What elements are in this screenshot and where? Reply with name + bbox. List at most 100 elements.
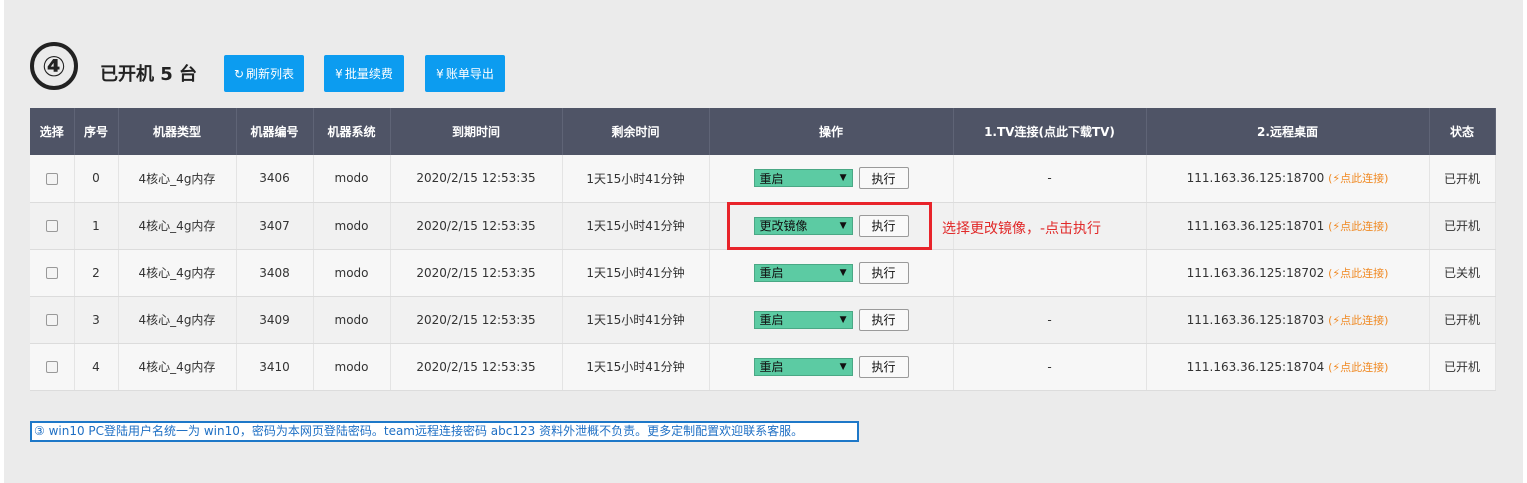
action-select[interactable]: 重启 ▼	[753, 357, 853, 376]
execute-button[interactable]: 执行	[858, 308, 909, 331]
connect-link[interactable]: (⚡点此连接)	[1328, 220, 1388, 233]
remote-address: 111.163.36.125:18700	[1186, 171, 1325, 186]
export-bill-label: 账单导出	[445, 67, 494, 81]
col-os: 机器系统	[313, 108, 391, 155]
tv-cell: -	[953, 296, 1147, 344]
action-cell: 重启 ▼ 执行	[709, 155, 954, 203]
tv-cell: -	[953, 343, 1147, 391]
status-cell: 已开机	[1429, 343, 1496, 391]
dropdown-arrow-icon: ▼	[839, 267, 847, 278]
col-index: 序号	[74, 108, 119, 155]
remaining-cell: 1天15小时41分钟	[562, 343, 710, 391]
remaining-cell: 1天15小时41分钟	[562, 155, 710, 203]
expires-cell: 2020/2/15 12:53:35	[390, 202, 563, 250]
yen-icon: ¥	[436, 66, 444, 81]
step-number: ④	[30, 42, 78, 90]
table-header-row: 选择 序号 机器类型 机器编号 机器系统 到期时间 剩余时间 操作 1.TV连接…	[30, 108, 1496, 155]
expires-cell: 2020/2/15 12:53:35	[390, 343, 563, 391]
refresh-list-button[interactable]: ↻ 刷新列表	[224, 55, 304, 92]
action-select-value: 重启	[759, 360, 784, 374]
col-id: 机器编号	[236, 108, 314, 155]
remote-cell: 111.163.36.125:18702 (⚡点此连接)	[1146, 249, 1430, 297]
select-cell	[30, 155, 75, 203]
execute-button[interactable]: 执行	[858, 355, 909, 378]
action-cell: 重启 ▼ 执行	[709, 296, 954, 344]
select-cell	[30, 343, 75, 391]
remaining-cell: 1天15小时41分钟	[562, 296, 710, 344]
remote-address: 111.163.36.125:18702	[1186, 265, 1325, 280]
id-cell: 3409	[236, 296, 314, 344]
action-select-value: 重启	[759, 266, 784, 280]
col-remaining: 剩余时间	[562, 108, 710, 155]
row-checkbox[interactable]	[45, 314, 58, 326]
status-cell: 已开机	[1429, 202, 1496, 250]
expires-cell: 2020/2/15 12:53:35	[390, 155, 563, 203]
row-checkbox[interactable]	[45, 220, 58, 232]
select-cell	[30, 296, 75, 344]
connect-link[interactable]: (⚡点此连接)	[1328, 314, 1388, 327]
os-cell: modo	[313, 249, 391, 297]
remote-cell: 111.163.36.125:18704 (⚡点此连接)	[1146, 343, 1430, 391]
remote-address: 111.163.36.125:18703	[1186, 312, 1325, 327]
col-action: 操作	[709, 108, 954, 155]
os-cell: modo	[313, 155, 391, 203]
index-cell: 0	[74, 155, 119, 203]
expires-cell: 2020/2/15 12:53:35	[390, 296, 563, 344]
row-checkbox[interactable]	[45, 172, 58, 185]
dropdown-arrow-icon: ▼	[839, 173, 847, 184]
col-remote-desktop: 2.远程桌面	[1146, 108, 1430, 155]
notice-bar: ③ win10 PC登陆用户名统一为 win10，密码为本网页登陆密码。team…	[30, 421, 859, 442]
remote-cell: 111.163.36.125:18700 (⚡点此连接)	[1146, 155, 1430, 203]
id-cell: 3407	[236, 202, 314, 250]
refresh-list-label: 刷新列表	[246, 67, 295, 81]
id-cell: 3406	[236, 155, 314, 203]
os-cell: modo	[313, 202, 391, 250]
remote-cell: 111.163.36.125:18703 (⚡点此连接)	[1146, 296, 1430, 344]
action-select-value: 重启	[759, 313, 784, 327]
export-bill-button[interactable]: ¥ 账单导出	[425, 55, 505, 92]
remaining-cell: 1天15小时41分钟	[562, 202, 710, 250]
table-row: 4 4核心_4g内存 3410 modo 2020/2/15 12:53:35 …	[30, 343, 1496, 391]
type-cell: 4核心_4g内存	[118, 249, 237, 297]
select-cell	[30, 202, 75, 250]
connect-link[interactable]: (⚡点此连接)	[1328, 172, 1388, 185]
action-select[interactable]: 重启 ▼	[753, 310, 853, 329]
row-checkbox[interactable]	[45, 267, 58, 279]
instruction-annotation: 选择更改镜像，-点击执行	[942, 221, 1102, 237]
col-tv-connect[interactable]: 1.TV连接(点此下载TV)	[953, 108, 1147, 155]
type-cell: 4核心_4g内存	[118, 155, 237, 203]
page-title: 已开机 5 台	[100, 64, 198, 85]
status-cell: 已关机	[1429, 249, 1496, 297]
col-status: 状态	[1429, 108, 1496, 155]
table-row: 3 4核心_4g内存 3409 modo 2020/2/15 12:53:35 …	[30, 296, 1496, 344]
connect-link[interactable]: (⚡点此连接)	[1328, 267, 1388, 280]
execute-button[interactable]: 执行	[858, 261, 909, 284]
action-select-value: 重启	[759, 171, 784, 186]
os-cell: modo	[313, 296, 391, 344]
dropdown-arrow-icon: ▼	[839, 314, 847, 325]
tv-cell	[953, 249, 1147, 297]
col-type: 机器类型	[118, 108, 237, 155]
execute-button[interactable]: 执行	[858, 167, 909, 190]
connect-link[interactable]: (⚡点此连接)	[1328, 361, 1388, 374]
select-cell	[30, 249, 75, 297]
dropdown-arrow-icon: ▼	[839, 361, 847, 372]
batch-renew-button[interactable]: ¥ 批量续费	[324, 55, 404, 92]
remaining-cell: 1天15小时41分钟	[562, 249, 710, 297]
action-select[interactable]: 重启 ▼	[753, 263, 853, 282]
action-cell: 重启 ▼ 执行	[709, 249, 954, 297]
index-cell: 1	[74, 202, 119, 250]
action-select[interactable]: 重启 ▼	[753, 169, 853, 188]
row-checkbox[interactable]	[45, 361, 58, 373]
os-cell: modo	[313, 343, 391, 391]
type-cell: 4核心_4g内存	[118, 202, 237, 250]
id-cell: 3410	[236, 343, 314, 391]
col-expires: 到期时间	[390, 108, 563, 155]
table-row: 0 4核心_4g内存 3406 modo 2020/2/15 12:53:35 …	[30, 155, 1496, 203]
yen-icon: ¥	[335, 66, 343, 81]
index-cell: 4	[74, 343, 119, 391]
page-header: ④ 已开机 5 台 ↻ 刷新列表 ¥ 批量续费 ¥ 账单导出	[30, 40, 930, 96]
status-cell: 已开机	[1429, 155, 1496, 203]
tv-cell: -	[953, 155, 1147, 203]
type-cell: 4核心_4g内存	[118, 343, 237, 391]
